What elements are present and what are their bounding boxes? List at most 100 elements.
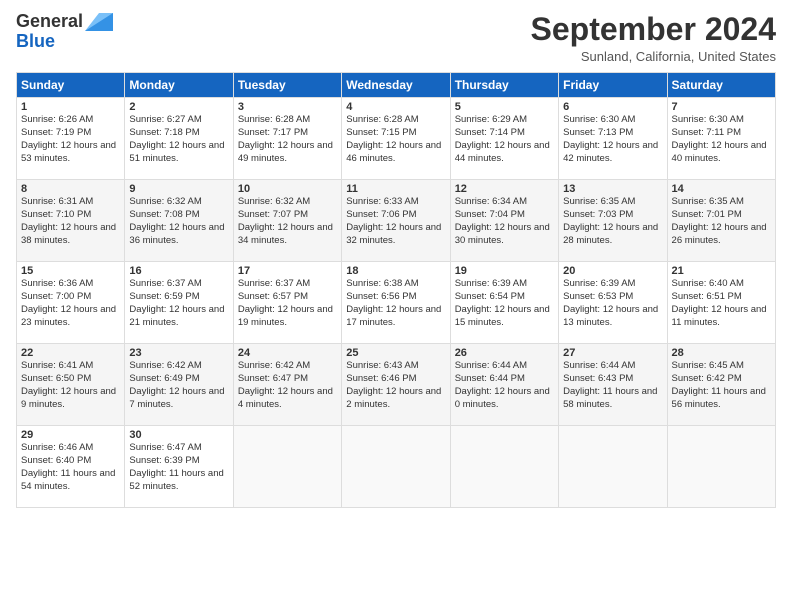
calendar-cell: 12 Sunrise: 6:34 AMSunset: 7:04 PMDaylig…	[450, 180, 558, 262]
logo-general: General	[16, 12, 83, 32]
day-info: Sunrise: 6:32 AMSunset: 7:08 PMDaylight:…	[129, 196, 228, 247]
day-info: Sunrise: 6:44 AMSunset: 6:44 PMDaylight:…	[455, 360, 554, 411]
calendar-cell	[559, 426, 667, 508]
calendar-cell: 5 Sunrise: 6:29 AMSunset: 7:14 PMDayligh…	[450, 98, 558, 180]
day-info: Sunrise: 6:35 AMSunset: 7:03 PMDaylight:…	[563, 196, 662, 247]
day-info: Sunrise: 6:42 AMSunset: 6:47 PMDaylight:…	[238, 360, 337, 411]
day-info: Sunrise: 6:38 AMSunset: 6:56 PMDaylight:…	[346, 278, 445, 329]
day-info: Sunrise: 6:45 AMSunset: 6:42 PMDaylight:…	[672, 360, 771, 411]
calendar-week-row: 1 Sunrise: 6:26 AMSunset: 7:19 PMDayligh…	[17, 98, 776, 180]
calendar-cell: 6 Sunrise: 6:30 AMSunset: 7:13 PMDayligh…	[559, 98, 667, 180]
day-number: 8	[21, 183, 120, 195]
calendar-cell: 29 Sunrise: 6:46 AMSunset: 6:40 PMDaylig…	[17, 426, 125, 508]
weekday-header-tuesday: Tuesday	[233, 73, 341, 98]
day-info: Sunrise: 6:40 AMSunset: 6:51 PMDaylight:…	[672, 278, 771, 329]
calendar-cell: 25 Sunrise: 6:43 AMSunset: 6:46 PMDaylig…	[342, 344, 450, 426]
calendar-cell: 7 Sunrise: 6:30 AMSunset: 7:11 PMDayligh…	[667, 98, 775, 180]
day-number: 10	[238, 183, 337, 195]
day-number: 29	[21, 429, 120, 441]
day-number: 3	[238, 101, 337, 113]
weekday-header-row: SundayMondayTuesdayWednesdayThursdayFrid…	[17, 73, 776, 98]
day-info: Sunrise: 6:35 AMSunset: 7:01 PMDaylight:…	[672, 196, 771, 247]
calendar-cell: 8 Sunrise: 6:31 AMSunset: 7:10 PMDayligh…	[17, 180, 125, 262]
day-number: 17	[238, 265, 337, 277]
day-number: 18	[346, 265, 445, 277]
day-info: Sunrise: 6:30 AMSunset: 7:13 PMDaylight:…	[563, 114, 662, 165]
day-number: 26	[455, 347, 554, 359]
calendar-cell: 21 Sunrise: 6:40 AMSunset: 6:51 PMDaylig…	[667, 262, 775, 344]
day-info: Sunrise: 6:47 AMSunset: 6:39 PMDaylight:…	[129, 442, 228, 493]
calendar-cell: 11 Sunrise: 6:33 AMSunset: 7:06 PMDaylig…	[342, 180, 450, 262]
logo: General Blue	[16, 12, 113, 52]
day-info: Sunrise: 6:31 AMSunset: 7:10 PMDaylight:…	[21, 196, 120, 247]
day-number: 28	[672, 347, 771, 359]
calendar-cell: 14 Sunrise: 6:35 AMSunset: 7:01 PMDaylig…	[667, 180, 775, 262]
day-info: Sunrise: 6:39 AMSunset: 6:53 PMDaylight:…	[563, 278, 662, 329]
day-number: 12	[455, 183, 554, 195]
calendar-cell: 30 Sunrise: 6:47 AMSunset: 6:39 PMDaylig…	[125, 426, 233, 508]
calendar-week-row: 22 Sunrise: 6:41 AMSunset: 6:50 PMDaylig…	[17, 344, 776, 426]
day-info: Sunrise: 6:27 AMSunset: 7:18 PMDaylight:…	[129, 114, 228, 165]
calendar-cell: 18 Sunrise: 6:38 AMSunset: 6:56 PMDaylig…	[342, 262, 450, 344]
calendar-week-row: 15 Sunrise: 6:36 AMSunset: 7:00 PMDaylig…	[17, 262, 776, 344]
calendar-cell	[342, 426, 450, 508]
calendar-cell: 24 Sunrise: 6:42 AMSunset: 6:47 PMDaylig…	[233, 344, 341, 426]
day-number: 25	[346, 347, 445, 359]
calendar-week-row: 8 Sunrise: 6:31 AMSunset: 7:10 PMDayligh…	[17, 180, 776, 262]
day-info: Sunrise: 6:44 AMSunset: 6:43 PMDaylight:…	[563, 360, 662, 411]
calendar-week-row: 29 Sunrise: 6:46 AMSunset: 6:40 PMDaylig…	[17, 426, 776, 508]
day-info: Sunrise: 6:26 AMSunset: 7:19 PMDaylight:…	[21, 114, 120, 165]
day-number: 27	[563, 347, 662, 359]
day-info: Sunrise: 6:39 AMSunset: 6:54 PMDaylight:…	[455, 278, 554, 329]
calendar-cell: 19 Sunrise: 6:39 AMSunset: 6:54 PMDaylig…	[450, 262, 558, 344]
day-number: 30	[129, 429, 228, 441]
weekday-header-wednesday: Wednesday	[342, 73, 450, 98]
day-info: Sunrise: 6:28 AMSunset: 7:15 PMDaylight:…	[346, 114, 445, 165]
title-block: September 2024 Sunland, California, Unit…	[531, 12, 776, 64]
day-number: 24	[238, 347, 337, 359]
day-number: 9	[129, 183, 228, 195]
day-number: 21	[672, 265, 771, 277]
day-number: 16	[129, 265, 228, 277]
calendar-cell: 10 Sunrise: 6:32 AMSunset: 7:07 PMDaylig…	[233, 180, 341, 262]
weekday-header-saturday: Saturday	[667, 73, 775, 98]
day-number: 14	[672, 183, 771, 195]
logo-icon	[85, 13, 113, 31]
calendar-table: SundayMondayTuesdayWednesdayThursdayFrid…	[16, 72, 776, 508]
day-number: 2	[129, 101, 228, 113]
day-info: Sunrise: 6:34 AMSunset: 7:04 PMDaylight:…	[455, 196, 554, 247]
month-title: September 2024	[531, 12, 776, 47]
day-info: Sunrise: 6:30 AMSunset: 7:11 PMDaylight:…	[672, 114, 771, 165]
calendar-cell: 1 Sunrise: 6:26 AMSunset: 7:19 PMDayligh…	[17, 98, 125, 180]
day-number: 1	[21, 101, 120, 113]
day-info: Sunrise: 6:37 AMSunset: 6:57 PMDaylight:…	[238, 278, 337, 329]
calendar-cell: 17 Sunrise: 6:37 AMSunset: 6:57 PMDaylig…	[233, 262, 341, 344]
calendar-cell: 9 Sunrise: 6:32 AMSunset: 7:08 PMDayligh…	[125, 180, 233, 262]
day-info: Sunrise: 6:32 AMSunset: 7:07 PMDaylight:…	[238, 196, 337, 247]
calendar-cell: 4 Sunrise: 6:28 AMSunset: 7:15 PMDayligh…	[342, 98, 450, 180]
day-number: 4	[346, 101, 445, 113]
calendar-cell	[233, 426, 341, 508]
day-info: Sunrise: 6:29 AMSunset: 7:14 PMDaylight:…	[455, 114, 554, 165]
calendar-cell	[450, 426, 558, 508]
day-info: Sunrise: 6:41 AMSunset: 6:50 PMDaylight:…	[21, 360, 120, 411]
calendar-cell: 15 Sunrise: 6:36 AMSunset: 7:00 PMDaylig…	[17, 262, 125, 344]
header: General Blue September 2024 Sunland, Cal…	[16, 12, 776, 64]
day-info: Sunrise: 6:43 AMSunset: 6:46 PMDaylight:…	[346, 360, 445, 411]
day-info: Sunrise: 6:42 AMSunset: 6:49 PMDaylight:…	[129, 360, 228, 411]
calendar-cell: 28 Sunrise: 6:45 AMSunset: 6:42 PMDaylig…	[667, 344, 775, 426]
day-number: 22	[21, 347, 120, 359]
day-info: Sunrise: 6:46 AMSunset: 6:40 PMDaylight:…	[21, 442, 120, 493]
weekday-header-friday: Friday	[559, 73, 667, 98]
calendar-cell: 16 Sunrise: 6:37 AMSunset: 6:59 PMDaylig…	[125, 262, 233, 344]
calendar-cell: 20 Sunrise: 6:39 AMSunset: 6:53 PMDaylig…	[559, 262, 667, 344]
day-number: 19	[455, 265, 554, 277]
day-info: Sunrise: 6:33 AMSunset: 7:06 PMDaylight:…	[346, 196, 445, 247]
day-number: 15	[21, 265, 120, 277]
calendar-cell: 27 Sunrise: 6:44 AMSunset: 6:43 PMDaylig…	[559, 344, 667, 426]
calendar-cell	[667, 426, 775, 508]
day-number: 6	[563, 101, 662, 113]
weekday-header-monday: Monday	[125, 73, 233, 98]
weekday-header-sunday: Sunday	[17, 73, 125, 98]
location: Sunland, California, United States	[531, 49, 776, 64]
